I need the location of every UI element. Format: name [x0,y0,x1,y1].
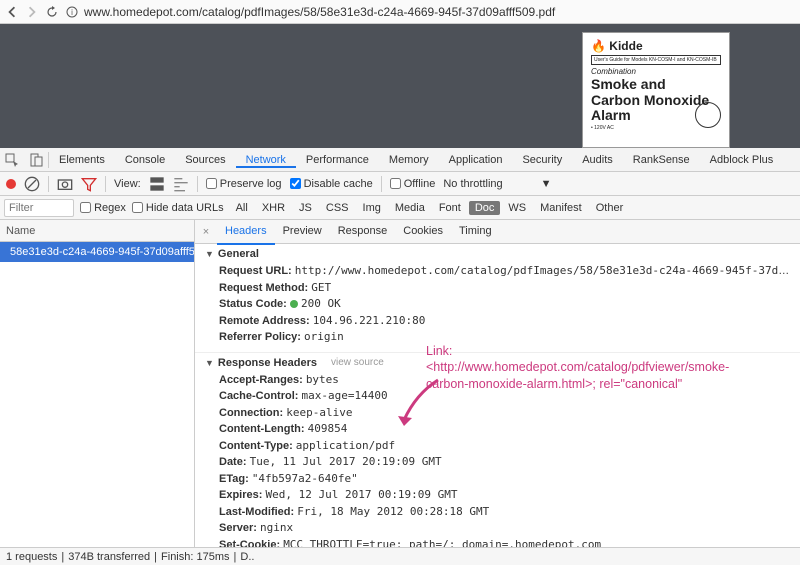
svg-text:i: i [71,8,73,17]
preserve-log-checkbox[interactable]: Preserve log [206,178,282,190]
header-row: Request URL: http://www.homedepot.com/ca… [219,263,790,280]
devtools-tab-sources[interactable]: Sources [175,154,235,166]
detail-tab-timing[interactable]: Timing [451,220,500,245]
disclosure-triangle-icon[interactable]: ▼ [205,358,214,368]
status-requests: 1 requests [6,551,57,563]
filter-type-all[interactable]: All [230,201,254,215]
detail-tab-cookies[interactable]: Cookies [395,220,451,245]
network-toolbar: View: Preserve log Disable cache Offline… [0,172,800,196]
filter-type-xhr[interactable]: XHR [256,201,291,215]
status-dot-icon [290,300,298,308]
header-row: Expires: Wed, 12 Jul 2017 00:19:09 GMT [219,487,790,504]
filter-type-img[interactable]: Img [357,201,387,215]
inspect-element-icon[interactable] [0,148,24,172]
filter-type-doc[interactable]: Doc [469,201,501,215]
devtools-tab-audits[interactable]: Audits [572,154,623,166]
pdf-subtitle: Combination [591,67,721,76]
page-content: 🔥 Kidde User's Guide for Models KN-COSM-… [0,24,800,148]
disclosure-triangle-icon[interactable]: ▼ [205,249,214,259]
header-row: Last-Modified: Fri, 18 May 2012 00:28:18… [219,504,790,521]
devtools-tab-ranksense[interactable]: RankSense [623,154,700,166]
offline-checkbox[interactable]: Offline [390,178,436,190]
view-waterfall-icon[interactable] [173,176,189,192]
filter-input[interactable] [4,199,74,217]
header-row: Date: Tue, 11 Jul 2017 20:19:09 GMT [219,454,790,471]
view-large-icon[interactable] [149,176,165,192]
request-row[interactable]: 58e31e3d-c24a-4669-945f-37d09afff509.pdf [0,242,194,262]
forward-icon[interactable] [24,4,40,20]
disable-cache-checkbox[interactable]: Disable cache [290,178,373,190]
filter-type-ws[interactable]: WS [502,201,532,215]
section-title-response: Response Headers [218,357,317,369]
devtools-tab-elements[interactable]: Elements [49,154,115,166]
pdf-title-l1: Smoke and [591,77,721,92]
requests-list: Name 58e31e3d-c24a-4669-945f-37d09afff50… [0,220,195,547]
header-row: Server: nginx [219,520,790,537]
status-finish: Finish: 175ms [161,551,229,563]
view-source-link[interactable]: view source [331,357,384,368]
devtools-tab-adblock-plus[interactable]: Adblock Plus [700,154,784,166]
pdf-guide: User's Guide for Models KN-COSM-I and KN… [591,55,721,65]
annotation-arrow-icon [396,376,442,426]
chevron-down-icon[interactable]: ▼ [541,178,552,190]
header-row: Remote Address: 104.96.221.210:80 [219,313,790,330]
column-head-name[interactable]: Name [0,220,194,242]
devtools-tab-console[interactable]: Console [115,154,175,166]
detail-tabs: × HeadersPreviewResponseCookiesTiming [195,220,800,244]
status-transferred: 374B transferred [68,551,150,563]
capture-screenshot-icon[interactable] [57,176,73,192]
status-dom: D.. [240,551,254,563]
filter-type-manifest[interactable]: Manifest [534,201,588,215]
regex-checkbox[interactable]: Regex [80,202,126,214]
clear-icon[interactable] [24,176,40,192]
filter-type-media[interactable]: Media [389,201,431,215]
reload-icon[interactable] [44,4,60,20]
detail-tab-response[interactable]: Response [330,220,396,245]
detail-tab-preview[interactable]: Preview [275,220,330,245]
hide-data-urls-checkbox[interactable]: Hide data URLs [132,202,224,214]
device-toggle-icon[interactable] [24,148,48,172]
request-filename: 58e31e3d-c24a-4669-945f-37d09afff509.pdf [10,246,194,258]
filter-icon[interactable] [81,176,97,192]
devtools-tab-application[interactable]: Application [439,154,513,166]
detail-tab-headers[interactable]: Headers [217,220,275,245]
section-title-general: General [218,248,259,260]
status-bar: 1 requests | 374B transferred | Finish: … [0,547,800,565]
header-row: Request Method: GET [219,280,790,297]
filter-type-other[interactable]: Other [590,201,630,215]
pdf-title-l3: Alarm [591,107,631,123]
pdf-title-l2: Carbon Monoxide [591,93,721,108]
pdf-preview: 🔥 Kidde User's Guide for Models KN-COSM-… [582,32,730,148]
info-icon[interactable]: i [64,4,80,20]
header-row: Connection: keep-alive [219,405,790,422]
filter-type-font[interactable]: Font [433,201,467,215]
view-label: View: [114,178,141,190]
close-icon[interactable]: × [195,226,217,238]
filter-type-js[interactable]: JS [293,201,318,215]
devtools-tab-performance[interactable]: Performance [296,154,379,166]
devtools-tabs: ElementsConsoleSourcesNetworkPerformance… [0,148,800,172]
back-icon[interactable] [4,4,20,20]
devtools-tab-memory[interactable]: Memory [379,154,439,166]
filter-type-css[interactable]: CSS [320,201,355,215]
header-row: Set-Cookie: MCC_THROTTLE=true; path=/; d… [219,537,790,548]
header-row: ETag: "4fb597a2-640fe" [219,471,790,488]
header-row: Content-Type: application/pdf [219,438,790,455]
url-text[interactable]: www.homedepot.com/catalog/pdfImages/58/5… [84,5,796,19]
throttling-select[interactable]: No throttling [443,178,502,190]
filter-bar: Regex Hide data URLs AllXHRJSCSSImgMedia… [0,196,800,220]
section-general: ▼ General Request URL: http://www.homedep… [195,244,800,353]
record-icon[interactable] [6,179,16,189]
header-row: Content-Length: 409854 [219,421,790,438]
pdf-brand: Kidde [609,39,642,53]
devtools-tab-network[interactable]: Network [236,154,296,168]
annotation-text: Link: <http://www.homedepot.com/catalog/… [426,343,712,392]
browser-url-bar: i www.homedepot.com/catalog/pdfImages/58… [0,0,800,24]
devtools-tab-security[interactable]: Security [512,154,572,166]
header-row: Status Code: 200 OK [219,296,790,313]
